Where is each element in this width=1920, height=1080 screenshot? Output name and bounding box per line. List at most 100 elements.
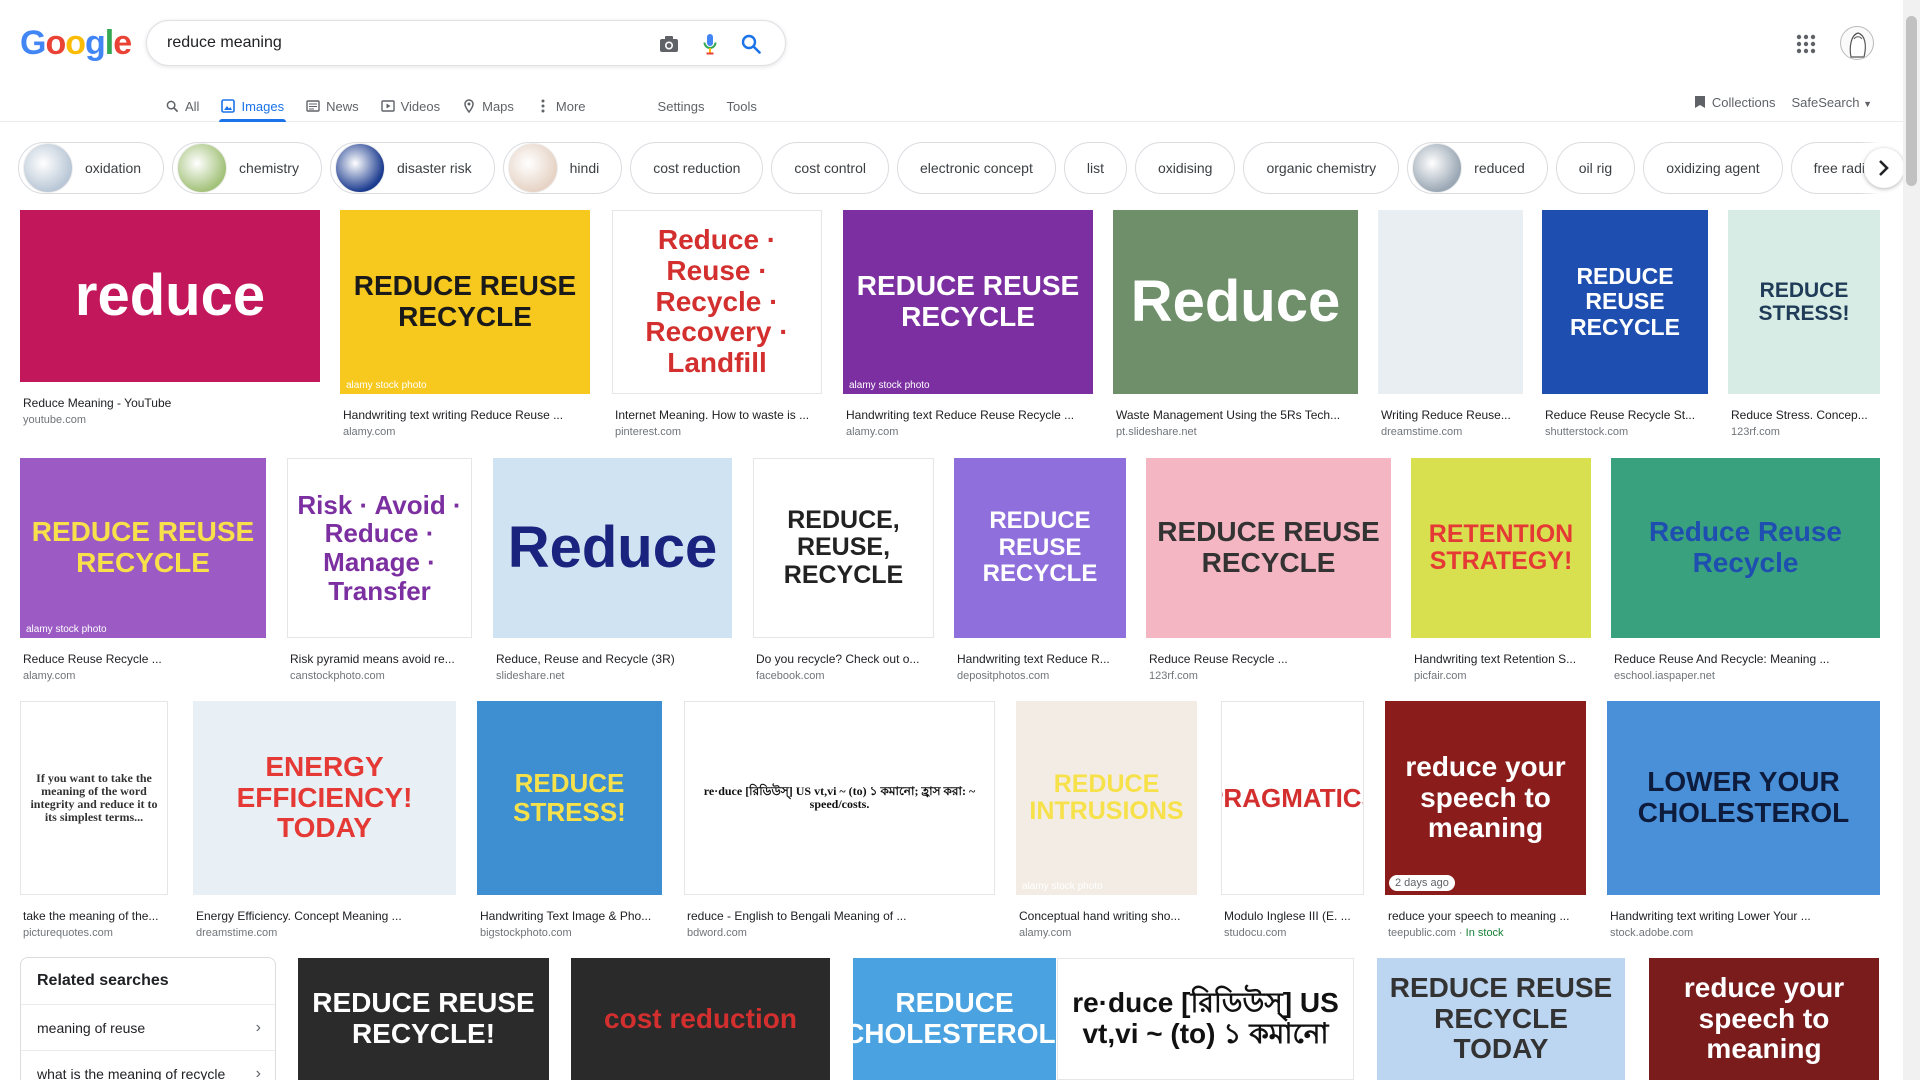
image-result-card[interactable]: REDUCE STRESS! Reduce Stress. Concep... 12… — [1728, 210, 1880, 444]
result-thumbnail[interactable]: REDUCE REUSE RECYCLE — [1542, 210, 1708, 394]
chip-oxidizing-agent[interactable]: oxidizing agent — [1643, 142, 1783, 194]
chip-electronic-concept[interactable]: electronic concept — [897, 142, 1056, 194]
image-result-card[interactable]: Writing Reduce Reuse... dreamstime.com — [1378, 210, 1523, 444]
result-title[interactable]: Do you recycle? Check out o... — [756, 652, 931, 666]
tab-more[interactable]: More — [536, 90, 586, 122]
result-thumbnail[interactable]: REDUCE REUSE RECYCLE alamy stock photo — [20, 458, 266, 638]
collections-link[interactable]: Collections — [1694, 95, 1776, 110]
image-result-card[interactable]: cost reduction — [571, 958, 830, 1080]
result-thumbnail[interactable]: re·duce [রিডিউস্‌] US vt,vi ~ (to) ১ কমা… — [684, 701, 995, 895]
chip-hindi[interactable]: hindi — [502, 142, 623, 194]
result-title[interactable]: Reduce Reuse Recycle ... — [1149, 652, 1388, 666]
result-thumbnail[interactable]: PRAGMATICS — [1221, 701, 1364, 895]
image-result-card[interactable]: REDUCE REUSE RECYCLE TODAY — [1377, 958, 1625, 1080]
result-thumbnail[interactable]: Reduce — [493, 458, 732, 638]
image-result-card[interactable]: reduce your speech to meaning 2 days ago r… — [1385, 701, 1586, 945]
image-result-card[interactable]: reduce your speech to meaning — [1649, 958, 1879, 1080]
result-title[interactable]: Risk pyramid means avoid re... — [290, 652, 469, 666]
result-thumbnail[interactable]: reduce your speech to meaning — [1649, 958, 1879, 1080]
image-result-card[interactable]: REDUCE INTRUSIONS alamy stock photo Concep… — [1016, 701, 1197, 945]
result-thumbnail[interactable]: If you want to take the meaning of the w… — [20, 701, 168, 895]
image-result-card[interactable]: REDUCE CHOLESTEROL! — [853, 958, 1056, 1080]
image-result-card[interactable]: If you want to take the meaning of the w… — [20, 701, 168, 945]
result-title[interactable]: Handwriting text Retention S... — [1414, 652, 1588, 666]
tab-maps[interactable]: Maps — [462, 90, 514, 122]
image-result-card[interactable]: Reduce Reduce, Reuse and Recycle (3R) slid… — [493, 458, 732, 688]
scrollbar-thumb[interactable] — [1906, 16, 1917, 186]
tab-news[interactable]: News — [306, 90, 359, 122]
result-title[interactable]: Reduce Reuse Recycle ... — [23, 652, 263, 666]
image-result-card[interactable]: RETENTION STRATEGY! Handwriting text Rete… — [1411, 458, 1591, 688]
related-search-item[interactable]: meaning of reuse › — [21, 1004, 275, 1050]
image-result-card[interactable]: re·duce [রিডিউস্‌] US vt,vi ~ (to) ১ কমা… — [1057, 958, 1354, 1080]
image-result-card[interactable]: Reduce Waste Management Using the 5Rs Tec… — [1113, 210, 1358, 444]
result-thumbnail[interactable]: REDUCE REUSE RECYCLE — [1146, 458, 1391, 638]
image-result-card[interactable]: REDUCE REUSE RECYCLE! — [298, 958, 549, 1080]
chip-organic-chemistry[interactable]: organic chemistry — [1243, 142, 1400, 194]
camera-icon[interactable] — [657, 32, 681, 56]
image-result-card[interactable]: REDUCE REUSE RECYCLE alamy stock photo Han… — [843, 210, 1093, 444]
image-result-card[interactable]: REDUCE REUSE RECYCLE alamy stock photo Red… — [20, 458, 266, 688]
result-title[interactable]: reduce - English to Bengali Meaning of .… — [687, 909, 992, 923]
image-result-card[interactable]: LOWER YOUR CHOLESTEROL Handwriting text w… — [1607, 701, 1880, 945]
chip-oxidation[interactable]: oxidation — [18, 142, 165, 194]
chip-cost-control[interactable]: cost control — [771, 142, 889, 194]
result-title[interactable]: Handwriting text writing Reduce Reuse ..… — [343, 408, 587, 422]
result-thumbnail[interactable]: RETENTION STRATEGY! — [1411, 458, 1591, 638]
apps-grid-icon[interactable] — [1794, 32, 1818, 56]
result-title[interactable]: Energy Efficiency. Concept Meaning ... — [196, 909, 453, 923]
result-thumbnail[interactable]: reduce your speech to meaning 2 days ago — [1385, 701, 1586, 895]
result-thumbnail[interactable]: REDUCE REUSE RECYCLE alamy stock photo — [843, 210, 1093, 394]
result-title[interactable]: Reduce Meaning - YouTube — [23, 396, 317, 410]
chip-cost-reduction[interactable]: cost reduction — [630, 142, 764, 194]
result-thumbnail[interactable]: REDUCE STRESS! — [477, 701, 662, 895]
result-thumbnail[interactable]: REDUCE REUSE RECYCLE TODAY — [1377, 958, 1625, 1080]
result-thumbnail[interactable]: Reduce · Reuse · Recycle · Recovery · La… — [612, 210, 822, 394]
result-title[interactable]: Waste Management Using the 5Rs Tech... — [1116, 408, 1355, 422]
result-title[interactable]: reduce your speech to meaning ... — [1388, 909, 1583, 923]
result-title[interactable]: Handwriting text Reduce Reuse Recycle ..… — [846, 408, 1090, 422]
result-thumbnail[interactable]: REDUCE REUSE RECYCLE! — [298, 958, 549, 1080]
result-thumbnail[interactable]: Risk · Avoid · Reduce · Manage · Transfe… — [287, 458, 472, 638]
image-result-card[interactable]: PRAGMATICS Modulo Inglese III (E. ... stud… — [1221, 701, 1364, 945]
image-result-card[interactable]: REDUCE REUSE RECYCLE alamy stock photo Han… — [340, 210, 590, 444]
chip-reduced[interactable]: reduced — [1407, 142, 1548, 194]
result-title[interactable]: Handwriting text writing Lower Your ... — [1610, 909, 1877, 923]
page-scrollbar[interactable] — [1903, 0, 1920, 1080]
chevron-right-icon[interactable] — [1864, 148, 1904, 188]
chip-oil-rig[interactable]: oil rig — [1555, 142, 1636, 194]
mic-icon[interactable] — [698, 32, 722, 56]
result-title[interactable]: Handwriting Text Image & Pho... — [480, 909, 659, 923]
result-title[interactable]: Writing Reduce Reuse... — [1381, 408, 1520, 422]
result-thumbnail[interactable]: Reduce — [1113, 210, 1358, 394]
result-thumbnail[interactable]: REDUCE REUSE RECYCLE — [954, 458, 1126, 638]
image-result-card[interactable]: REDUCE STRESS! Handwriting Text Image & P… — [477, 701, 662, 945]
related-search-item[interactable]: what is the meaning of recycle › — [21, 1050, 275, 1080]
result-title[interactable]: Reduce Stress. Concep... — [1731, 408, 1877, 422]
result-thumbnail[interactable]: Reduce Reuse Recycle — [1611, 458, 1880, 638]
chip-list[interactable]: list — [1063, 142, 1127, 194]
avatar[interactable] — [1840, 26, 1874, 60]
result-thumbnail[interactable]: cost reduction — [571, 958, 830, 1080]
result-title[interactable]: Reduce Reuse Recycle St... — [1545, 408, 1705, 422]
result-thumbnail[interactable]: REDUCE REUSE RECYCLE alamy stock photo — [340, 210, 590, 394]
image-result-card[interactable]: REDUCE REUSE RECYCLE Handwriting text Red… — [954, 458, 1126, 688]
chip-chemistry[interactable]: chemistry — [172, 142, 322, 194]
result-thumbnail[interactable]: REDUCE INTRUSIONS alamy stock photo — [1016, 701, 1197, 895]
tab-tools[interactable]: Tools — [727, 90, 757, 122]
image-result-card[interactable]: Risk · Avoid · Reduce · Manage · Transfe… — [287, 458, 472, 688]
result-thumbnail[interactable]: ENERGY EFFICIENCY! TODAY — [193, 701, 456, 895]
image-result-card[interactable]: ENERGY EFFICIENCY! TODAY Energy Efficienc… — [193, 701, 456, 945]
result-thumbnail[interactable]: re·duce [রিডিউস্‌] US vt,vi ~ (to) ১ কমা… — [1057, 958, 1354, 1080]
image-result-card[interactable]: reduce Reduce Meaning - YouTube youtube.co… — [20, 210, 320, 432]
result-title[interactable]: Modulo Inglese III (E. ... — [1224, 909, 1361, 923]
tab-videos[interactable]: Videos — [380, 90, 440, 122]
result-title[interactable]: Handwriting text Reduce R... — [957, 652, 1123, 666]
result-thumbnail[interactable]: REDUCE CHOLESTEROL! — [853, 958, 1056, 1080]
result-title[interactable]: Reduce, Reuse and Recycle (3R) — [496, 652, 729, 666]
result-thumbnail[interactable]: REDUCE STRESS! — [1728, 210, 1880, 394]
image-result-card[interactable]: REDUCE REUSE RECYCLE Reduce Reuse Recycle… — [1146, 458, 1391, 688]
result-title[interactable]: Reduce Reuse And Recycle: Meaning ... — [1614, 652, 1877, 666]
google-logo[interactable]: Google — [20, 24, 132, 63]
result-thumbnail[interactable]: reduce — [20, 210, 320, 382]
